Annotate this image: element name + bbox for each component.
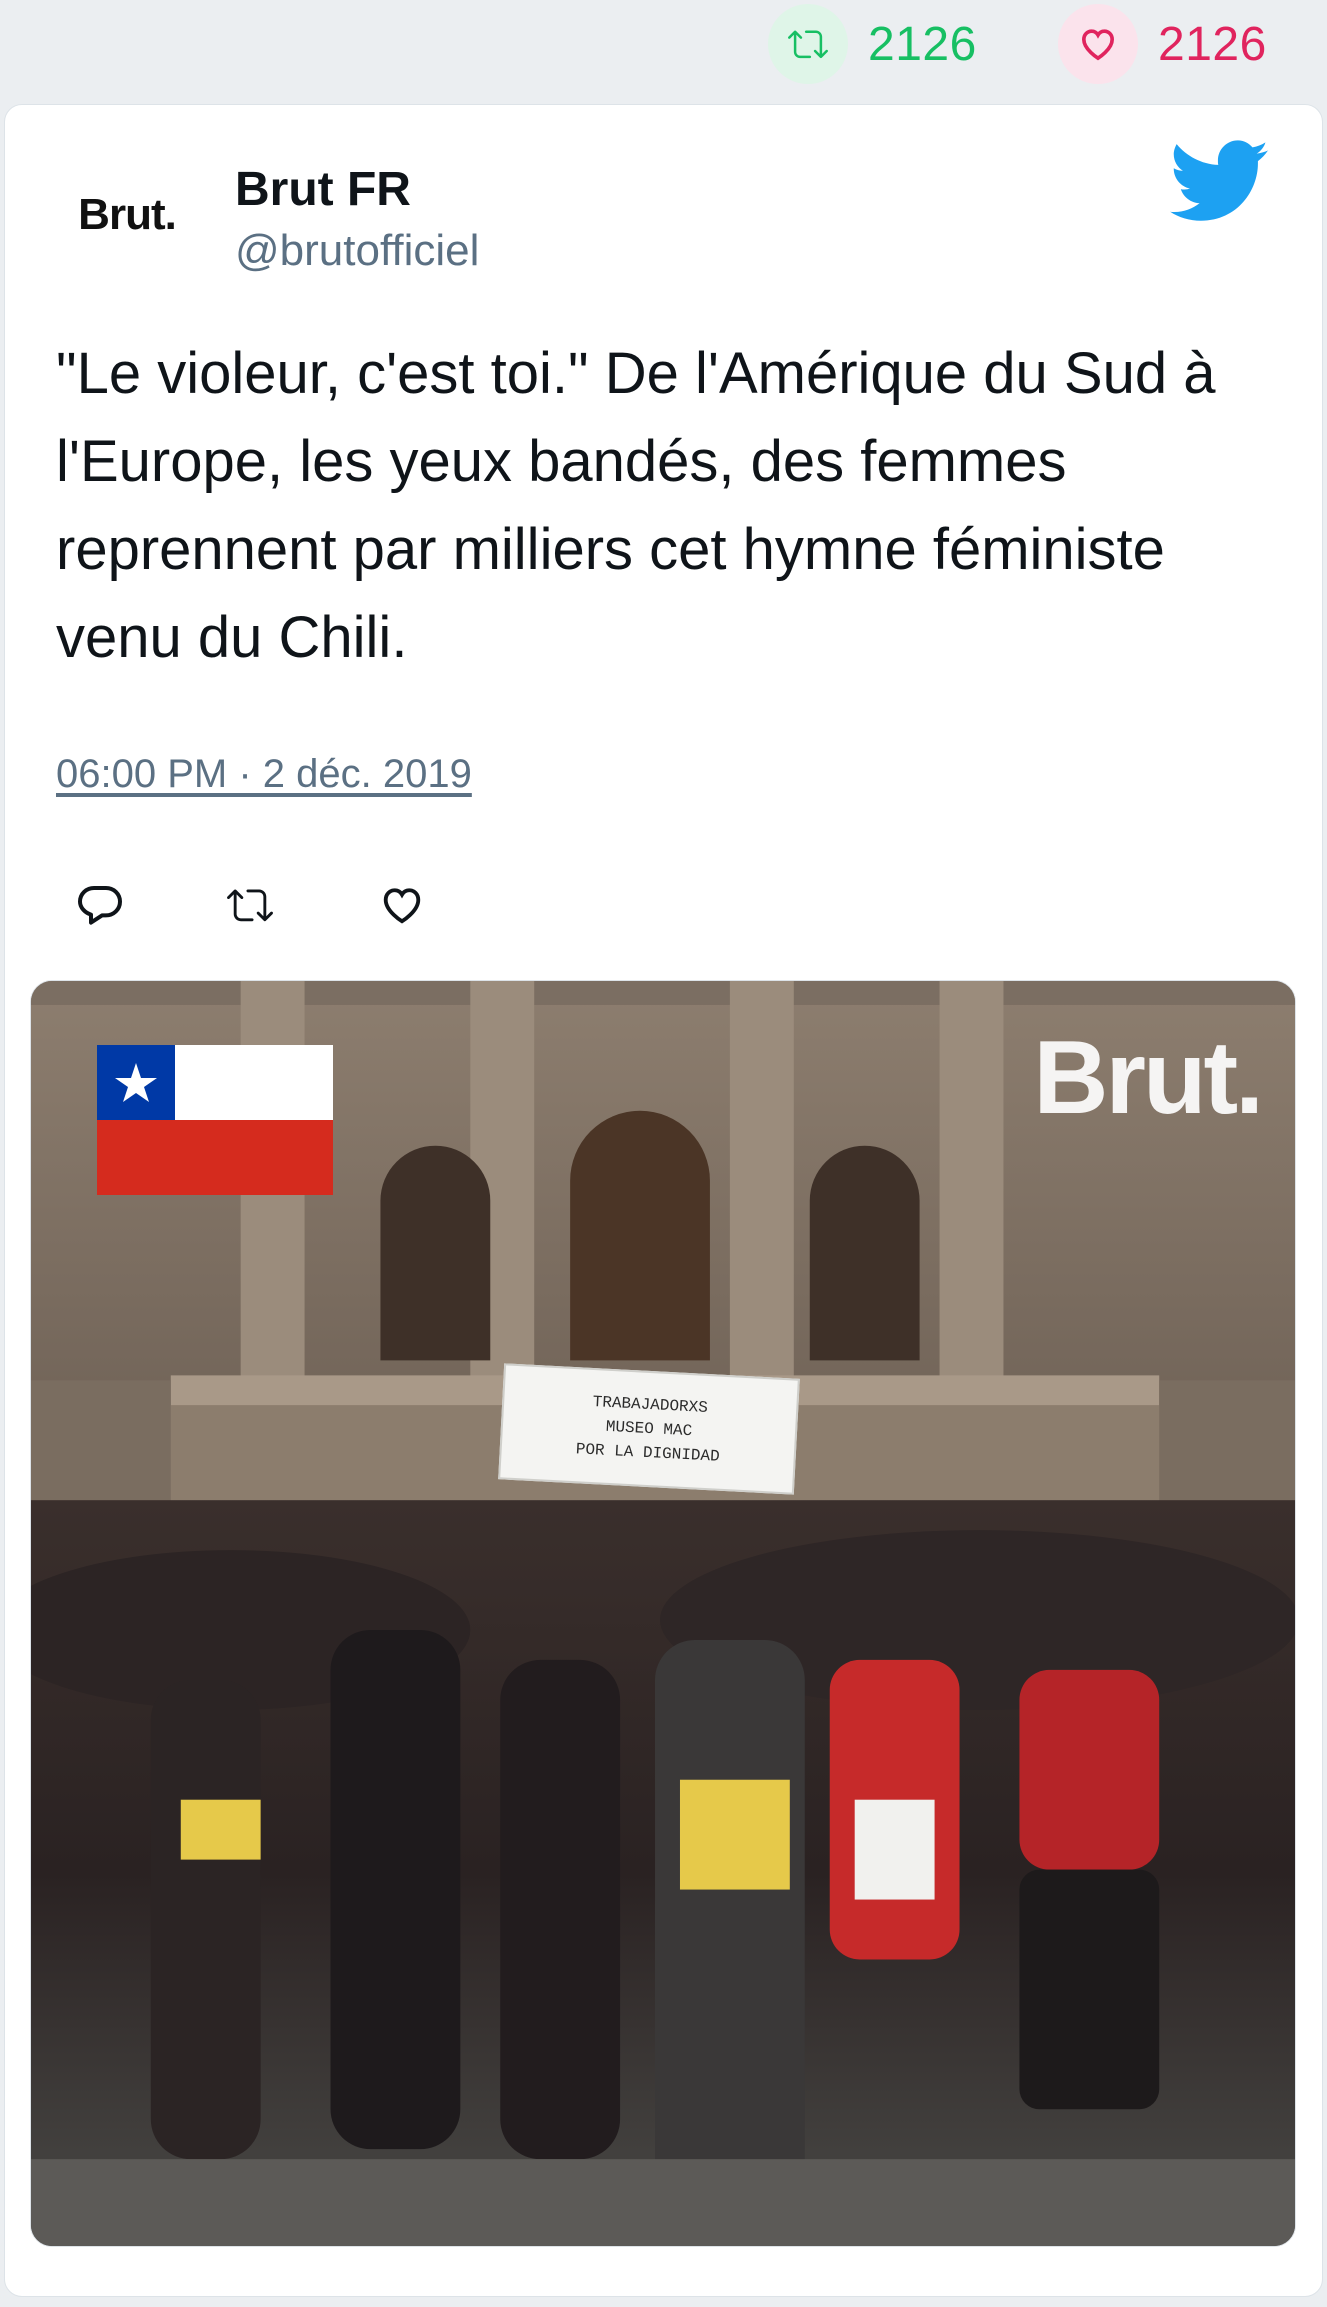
like-count: 2126 — [1158, 17, 1267, 71]
tweet-media[interactable]: Brut. TRABAJADORXS MUSEO MAC POR LA DIGN… — [30, 980, 1296, 2247]
tweet-text: "Le violeur, c'est toi." De l'Amérique d… — [56, 341, 1216, 670]
chile-flag-icon — [97, 1045, 333, 1195]
twitter-bird-icon[interactable] — [1170, 140, 1270, 224]
avatar[interactable]: Brut. — [62, 150, 192, 280]
retweet-icon — [768, 4, 848, 84]
reply-button[interactable] — [70, 875, 130, 935]
retweet-icon — [227, 889, 273, 922]
tweet-timestamp[interactable]: 06:00 PM · 2 déc. 2019 — [56, 752, 472, 797]
banner-line-3: POR LA DIGNIDAD — [575, 1440, 721, 1466]
avatar-logo-text: Brut. — [78, 190, 177, 239]
retweet-stat[interactable]: 2126 — [768, 4, 977, 84]
author-name[interactable]: Brut FR — [235, 162, 411, 217]
heart-icon — [1058, 4, 1138, 84]
retweet-button[interactable] — [220, 875, 280, 935]
protest-banner: TRABAJADORXS MUSEO MAC POR LA DIGNIDAD — [498, 1363, 800, 1495]
heart-icon — [383, 888, 421, 924]
tweet-stats: 2126 2126 — [0, 0, 1327, 100]
author-handle[interactable]: @brutofficiel — [235, 226, 479, 276]
reply-icon — [78, 886, 122, 925]
media-watermark-logo: Brut. — [1033, 1020, 1264, 1136]
like-stat[interactable]: 2126 — [1058, 4, 1267, 84]
like-button[interactable] — [372, 875, 432, 935]
retweet-count: 2126 — [868, 17, 977, 71]
